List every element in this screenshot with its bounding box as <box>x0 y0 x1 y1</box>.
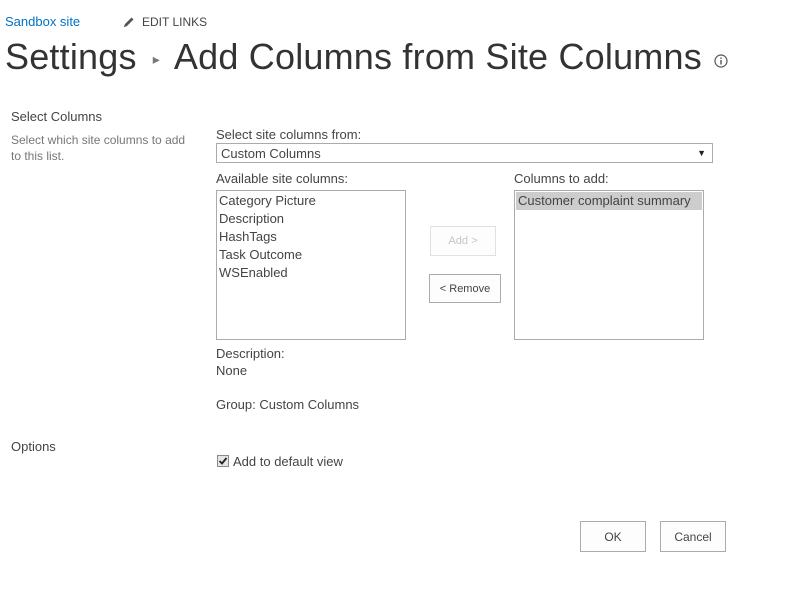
info-icon[interactable] <box>714 54 728 68</box>
edit-links-button[interactable]: EDIT LINKS <box>122 15 207 29</box>
select-columns-title: Select Columns <box>11 109 103 124</box>
select-columns-description: Select which site columns to add to this… <box>11 133 186 163</box>
ok-button[interactable]: OK <box>580 521 646 552</box>
list-item[interactable]: Customer complaint summary <box>516 192 702 210</box>
group-text: Group: Custom Columns <box>216 397 360 412</box>
source-label: Select site columns from: <box>216 127 362 142</box>
pencil-icon <box>124 17 134 27</box>
dropdown-arrow-icon: ▼ <box>697 148 706 158</box>
site-link[interactable]: Sandbox site <box>5 14 80 29</box>
title-separator-icon: ▸ <box>152 50 160 67</box>
list-item[interactable]: Category Picture <box>217 192 405 210</box>
add-button[interactable]: Add > <box>430 226 496 256</box>
edit-links-label: EDIT LINKS <box>142 15 208 29</box>
list-item[interactable]: Task Outcome <box>217 246 405 264</box>
page-title: Settings ▸ Add Columns from Site Columns <box>5 36 728 78</box>
description-label: Description: <box>216 346 285 361</box>
add-default-view-checkbox[interactable] <box>217 455 229 467</box>
checkmark-icon <box>218 457 228 465</box>
list-item[interactable]: WSEnabled <box>217 264 405 282</box>
source-select-value: Custom Columns <box>221 145 321 161</box>
remove-button[interactable]: < Remove <box>429 274 501 303</box>
list-item[interactable]: Description <box>217 210 405 228</box>
options-title: Options <box>11 439 56 454</box>
title-page: Add Columns from Site Columns <box>173 36 702 77</box>
available-columns-label: Available site columns: <box>216 171 348 186</box>
cancel-button[interactable]: Cancel <box>660 521 726 552</box>
site-columns-source-select[interactable]: Custom Columns ▼ <box>216 143 713 163</box>
add-default-view-label[interactable]: Add to default view <box>233 454 343 469</box>
columns-to-add-list[interactable]: Customer complaint summary <box>514 190 704 340</box>
list-item[interactable]: HashTags <box>217 228 405 246</box>
columns-to-add-label: Columns to add: <box>514 171 609 186</box>
description-value: None <box>216 363 248 378</box>
title-parent: Settings <box>5 36 137 77</box>
available-columns-list[interactable]: Category Picture Description HashTags Ta… <box>216 190 406 340</box>
